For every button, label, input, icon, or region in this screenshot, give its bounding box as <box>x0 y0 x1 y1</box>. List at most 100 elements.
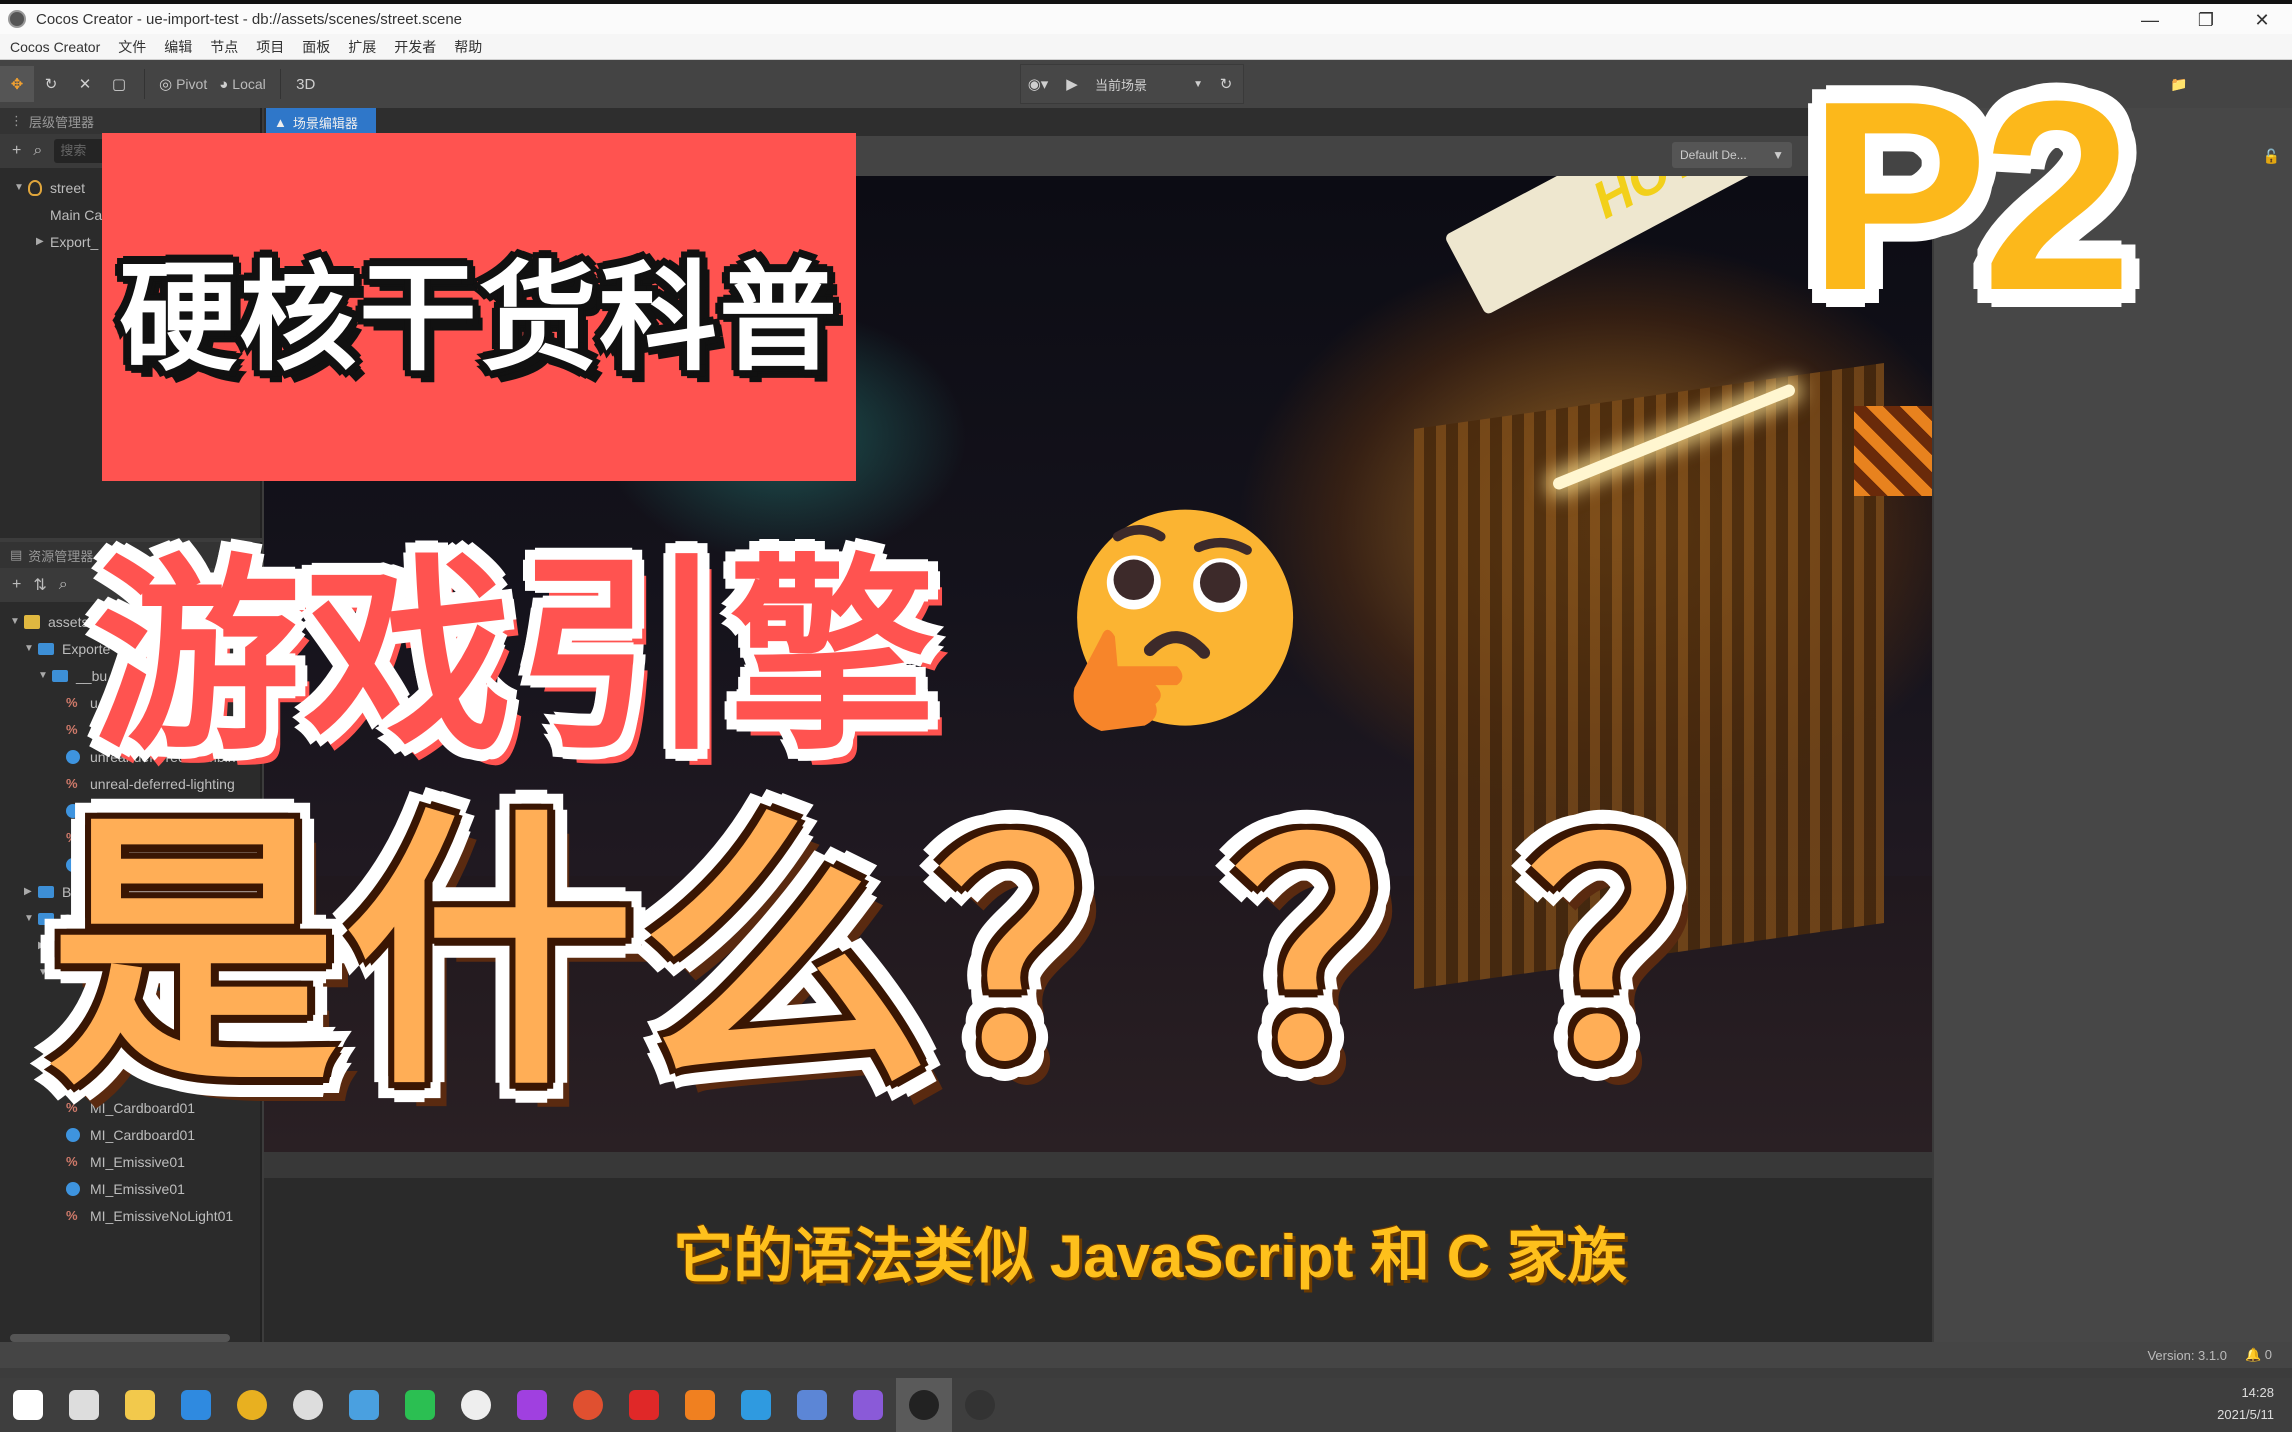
badge-text: 硬核干货科普 <box>118 252 839 385</box>
asset-item[interactable]: MI_Cardboard01 <box>10 1121 260 1148</box>
rotate-icon: ↻ <box>44 76 58 93</box>
taskbar-windows-start[interactable] <box>0 1378 56 1432</box>
node-label: street <box>50 179 86 196</box>
minimize-button[interactable]: — <box>2130 6 2170 34</box>
taskbar-app-purple[interactable] <box>504 1378 560 1432</box>
expand-arrow-icon[interactable]: ▼ <box>10 616 24 627</box>
menu-edit[interactable]: 编辑 <box>164 37 192 57</box>
taskbar-blender[interactable] <box>672 1378 728 1432</box>
cocos-app-icon <box>8 10 26 28</box>
lock-icon[interactable]: 🔓 <box>2263 148 2280 165</box>
scene-icon <box>28 179 42 196</box>
sort-icon[interactable]: ⇅ <box>33 575 46 595</box>
notification-count: 0 <box>2264 1347 2272 1362</box>
play-icon: ▶ <box>1066 76 1078 93</box>
open-project-button[interactable]: 📁 <box>2170 76 2187 93</box>
restore-button[interactable]: ❐ <box>2186 6 2226 34</box>
rect-icon: ▢ <box>111 76 127 93</box>
local-label: Local <box>232 76 266 92</box>
taskbar-unreal-engine[interactable] <box>280 1378 336 1432</box>
mode-3d-toggle[interactable]: 3D <box>289 66 323 102</box>
visual-studio-icon <box>853 1390 883 1420</box>
menu-project[interactable]: 项目 <box>256 37 284 57</box>
hierarchy-icon: ⋮ <box>10 113 23 128</box>
menu-cocos-creator[interactable]: Cocos Creator <box>10 39 100 55</box>
windows-start-icon <box>13 1390 43 1420</box>
taskbar-file-explorer[interactable] <box>112 1378 168 1432</box>
camera-dropdown[interactable]: Default De... ▼ <box>1672 142 1792 168</box>
thinking-face-icon <box>1073 509 1294 731</box>
taskbar-chrome-2[interactable] <box>560 1378 616 1432</box>
local-toggle[interactable]: ◕ Local <box>213 66 272 102</box>
app-mail-icon <box>797 1390 827 1420</box>
expand-arrow-icon[interactable]: ▼ <box>24 913 38 924</box>
rotate-tool-button[interactable]: ↻ <box>34 66 68 102</box>
chevron-down-icon: ▼ <box>1193 78 1203 90</box>
taskbar-chrome[interactable] <box>224 1378 280 1432</box>
asset-item[interactable]: % MI_Emissive01 <box>10 1148 260 1175</box>
node-label: Export_ <box>50 233 99 250</box>
search-icon[interactable]: ⌕ <box>33 142 42 160</box>
notifications[interactable]: 🔔 0 <box>2245 1347 2272 1363</box>
preview-scene-select[interactable]: 当前场景 ▼ <box>1089 66 1209 102</box>
collapse-arrow-icon[interactable]: ▶ <box>24 886 38 897</box>
taskbar-vscode[interactable] <box>168 1378 224 1432</box>
expand-arrow-icon[interactable]: ▼ <box>24 643 38 654</box>
window-titlebar: Cocos Creator - ue-import-test - db://as… <box>0 0 2292 34</box>
taskbar-app-mail[interactable] <box>784 1378 840 1432</box>
taskbar-wechat[interactable] <box>392 1378 448 1432</box>
category-badge: 硬核干货科普 <box>102 133 856 481</box>
asset-item[interactable]: % MI_EmissiveNoLight01 <box>10 1202 260 1229</box>
asset-label: MI_Cardboard01 <box>90 1126 196 1143</box>
asset-label: assets <box>48 613 89 630</box>
taskbar-app-drop[interactable] <box>448 1378 504 1432</box>
taskbar-netease-music[interactable] <box>616 1378 672 1432</box>
video-subtitle: 它的语法类似 JavaScript 和 C 家族 <box>673 1223 1627 1290</box>
system-clock[interactable]: 14:28 2021/5/11 <box>2217 1382 2274 1426</box>
expand-arrow-icon[interactable]: ▼ <box>38 670 52 681</box>
add-node-button[interactable]: + <box>12 142 21 160</box>
unreal-engine-icon <box>293 1390 323 1420</box>
assets-horizontal-scrollbar[interactable] <box>10 1334 230 1342</box>
search-icon[interactable]: ⌕ <box>59 576 68 594</box>
expand-arrow-icon[interactable]: ▼ <box>14 182 28 193</box>
menu-extension[interactable]: 扩展 <box>348 37 376 57</box>
menu-panel[interactable]: 面板 <box>302 37 330 57</box>
menu-file[interactable]: 文件 <box>118 37 146 57</box>
collapse-arrow-icon[interactable]: ▶ <box>36 236 50 247</box>
menu-help[interactable]: 帮助 <box>454 37 482 57</box>
taskbar-obs[interactable] <box>952 1378 1008 1432</box>
preview-platform-dropdown[interactable]: ◉▾ <box>1021 66 1055 102</box>
refresh-button[interactable]: ↻ <box>1209 66 1243 102</box>
taskbar-visual-studio[interactable] <box>840 1378 896 1432</box>
effect-icon: % <box>66 695 78 710</box>
menu-developer[interactable]: 开发者 <box>394 37 436 57</box>
folder-icon <box>52 669 68 682</box>
assets-tab-label: 资源管理器 <box>28 548 94 564</box>
hierarchy-tab-label: 层级管理器 <box>29 114 95 130</box>
material-icon <box>66 1181 80 1196</box>
play-button[interactable]: ▶ <box>1055 66 1089 102</box>
preview-scene-value: 当前场景 <box>1095 77 1148 93</box>
taskbar-task-view[interactable] <box>56 1378 112 1432</box>
pivot-toggle[interactable]: ◎ Pivot <box>153 66 213 102</box>
camera-dropdown-value: Default De... <box>1680 148 1747 162</box>
scene-tab-label: 场景编辑器 <box>292 115 358 131</box>
chrome-icon <box>237 1390 267 1420</box>
close-button[interactable]: ✕ <box>2242 6 2282 34</box>
globe-icon: ◕ <box>219 75 229 93</box>
toolbar-divider <box>144 69 145 99</box>
scene-editor-tab[interactable]: ▲ 场景编辑器 <box>266 108 376 136</box>
hierarchy-tab[interactable]: ⋮ 层级管理器 <box>0 108 260 134</box>
taskbar-app-blue[interactable] <box>728 1378 784 1432</box>
move-tool-button[interactable]: ✥ <box>0 66 34 102</box>
menu-node[interactable]: 节点 <box>210 37 238 57</box>
taskbar-apps <box>0 1378 1008 1432</box>
search-app-icon <box>349 1390 379 1420</box>
add-asset-button[interactable]: + <box>12 576 21 594</box>
rect-tool-button[interactable]: ▢ <box>102 66 136 102</box>
taskbar-search-app[interactable] <box>336 1378 392 1432</box>
asset-item[interactable]: MI_Emissive01 <box>10 1175 260 1202</box>
taskbar-cocos-creator[interactable] <box>896 1378 952 1432</box>
scale-tool-button[interactable]: ✕ <box>68 66 102 102</box>
